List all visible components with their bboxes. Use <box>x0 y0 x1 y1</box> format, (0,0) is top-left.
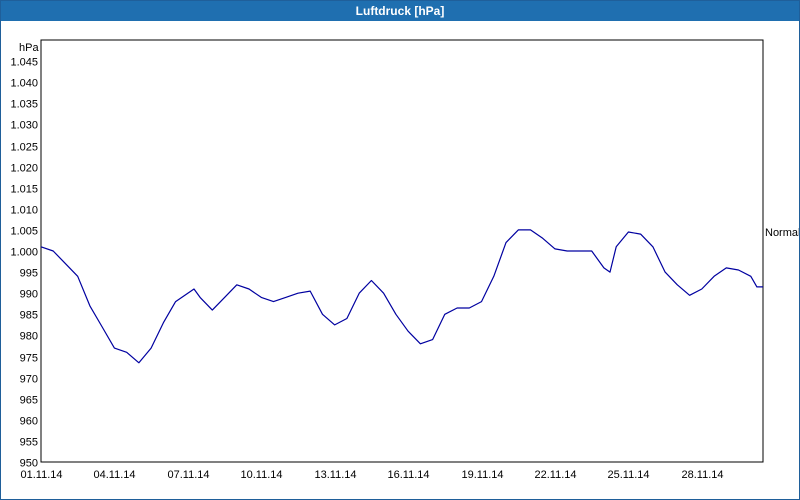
y-tick-label: 975 <box>20 353 38 365</box>
x-tick-label: 07.11.14 <box>167 469 209 481</box>
y-tick-label: 955 <box>20 437 38 449</box>
pressure-chart: 950 955 960 965 970 975 980 985 990 995 1.000 1.005… <box>10 39 799 481</box>
x-tick-label: 22.11.14 <box>534 469 576 481</box>
y-tick-label: 1.035 <box>10 99 38 111</box>
y-tick-label: 995 <box>20 268 38 280</box>
x-tick-label: 25.11.14 <box>607 469 649 481</box>
y-tick-label: 1.020 <box>10 163 38 175</box>
y-tick-label: 965 <box>20 395 38 407</box>
x-tick-label: 19.11.14 <box>461 469 503 481</box>
x-tick-label: 28.11.14 <box>681 469 723 481</box>
y-tick-label: 1.000 <box>10 247 38 259</box>
x-tick-label: 10.11.14 <box>240 469 282 481</box>
y-tick-label: 1.010 <box>10 205 38 217</box>
chart-window: Luftdruck [hPa] 950 955 960 965 970 975 980 985… <box>0 0 800 500</box>
y-tick-label: 1.015 <box>10 184 38 196</box>
y-tick-label: 1.025 <box>10 142 38 154</box>
y-tick-label: 980 <box>20 331 38 343</box>
normal-annotation: Normal <box>765 227 799 239</box>
y-tick-label: 950 <box>20 458 38 470</box>
y-tick-label: 970 <box>20 374 38 386</box>
x-tick-label: 01.11.14 <box>20 469 62 481</box>
y-tick-label: 985 <box>20 310 38 322</box>
x-tick-label: 16.11.14 <box>387 469 429 481</box>
y-tick-label: 1.040 <box>10 78 38 90</box>
y-unit-label: hPa <box>19 42 39 54</box>
x-tick-label: 04.11.14 <box>93 469 135 481</box>
y-tick-label: 1.030 <box>10 120 38 132</box>
y-tick-label: 1.005 <box>10 226 38 238</box>
y-tick-label: 990 <box>20 289 38 301</box>
y-tick-label: 960 <box>20 416 38 428</box>
y-tick-label: 1.045 <box>10 57 38 69</box>
x-tick-label: 13.11.14 <box>314 469 356 481</box>
